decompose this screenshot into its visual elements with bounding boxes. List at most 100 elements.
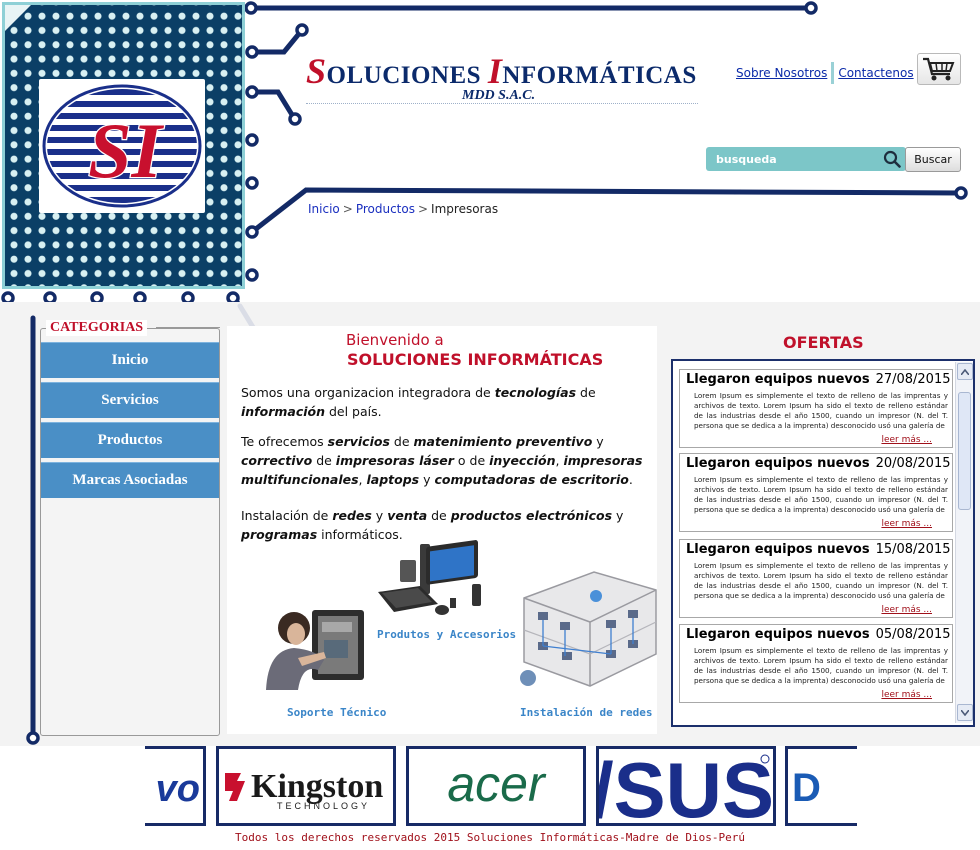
brand-logo-acer[interactable]: acer xyxy=(406,746,586,826)
offer-date: 05/08/2015 xyxy=(875,627,951,642)
svg-text:SI: SI xyxy=(88,107,164,194)
body-text: . xyxy=(628,472,633,487)
body-text: y xyxy=(612,508,624,523)
offer-text: Lorem Ipsum es simplemente el texto de r… xyxy=(694,475,948,514)
breadcrumb-home[interactable]: Inicio xyxy=(308,202,340,216)
body-text: y xyxy=(419,472,435,487)
offer-heading: Llegaron equipos nuevos xyxy=(686,372,870,387)
offer-card: Llegaron equipos nuevos 05/08/2015 Lorem … xyxy=(679,624,953,703)
service-label-support[interactable]: Soporte Técnico xyxy=(287,706,386,719)
footer-copyright: Todos los derechos reservados 2015 Soluc… xyxy=(235,831,745,844)
search-button[interactable]: Buscar xyxy=(905,147,961,172)
emphasis-text: correctivo xyxy=(241,453,313,468)
brand-logo-lenovo[interactable]: vo xyxy=(145,746,206,826)
emphasis-text: venta xyxy=(387,508,428,523)
emphasis-text: laptops xyxy=(366,472,420,487)
offer-title: Llegaron equipos nuevos 15/08/2015 xyxy=(686,542,951,557)
read-more-link[interactable]: leer más ... xyxy=(881,605,932,615)
offer-date: 20/08/2015 xyxy=(875,456,951,471)
read-more-link[interactable]: leer más ... xyxy=(881,435,932,445)
body-text: Instalación de xyxy=(241,508,333,523)
sidebar-heading: CATEGORIAS xyxy=(46,320,148,336)
body-text: del país. xyxy=(325,404,382,419)
si-logo-icon: SI xyxy=(42,84,202,208)
svg-text:/SUS: /SUS xyxy=(599,749,773,823)
computer-products-icon[interactable] xyxy=(376,540,498,622)
read-more-link[interactable]: leer más ... xyxy=(881,519,932,529)
contact-link[interactable]: Contactenos xyxy=(838,66,913,80)
offer-text: Lorem Ipsum es simplemente el texto de r… xyxy=(694,561,948,600)
body-text: y xyxy=(371,508,388,523)
offer-date: 15/08/2015 xyxy=(875,542,951,557)
brand-logo-dell[interactable]: D xyxy=(785,746,857,826)
body-text: de xyxy=(389,434,414,449)
chevron-down-icon xyxy=(961,709,969,716)
emphasis-text: inyección xyxy=(489,453,556,468)
body-text: o de xyxy=(453,453,490,468)
search-input[interactable] xyxy=(706,147,876,171)
svg-text:Kingston: Kingston xyxy=(251,768,383,805)
read-more-link[interactable]: leer más ... xyxy=(881,690,932,700)
sidebar-item-inicio[interactable]: Inicio xyxy=(41,342,219,378)
brand-subtitle: MDD S.A.C. xyxy=(462,88,536,103)
offer-date: 27/08/2015 xyxy=(875,372,951,387)
svg-text:vo: vo xyxy=(156,768,200,810)
breadcrumb-products[interactable]: Productos xyxy=(356,202,415,216)
chevron-up-icon xyxy=(961,368,969,375)
intro-paragraph-1: Somos una organizacion integradora de te… xyxy=(241,383,653,421)
scroll-up-button[interactable] xyxy=(957,363,973,380)
emphasis-text: información xyxy=(241,404,326,419)
brand-divider xyxy=(306,103,698,104)
emphasis-text: computadoras de escritorio xyxy=(434,472,629,487)
body-text: de xyxy=(312,453,336,468)
chip-corner xyxy=(5,5,31,31)
emphasis-text: matenimiento preventivo xyxy=(413,434,593,449)
network-building-icon[interactable] xyxy=(510,566,660,692)
offer-title: Llegaron equipos nuevos 20/08/2015 xyxy=(686,456,951,471)
emphasis-text: servicios xyxy=(327,434,390,449)
welcome-title: SOLUCIONES INFORMÁTICAS xyxy=(347,350,604,369)
acer-logo: acer xyxy=(447,756,547,812)
offer-heading: Llegaron equipos nuevos xyxy=(686,627,870,642)
intro-paragraph-2: Te ofrecemos servicios de matenimiento p… xyxy=(241,432,653,489)
sidebar-item-productos[interactable]: Productos xyxy=(41,422,219,458)
logo-chip[interactable]: SI xyxy=(2,2,245,289)
body-text: Somos una organizacion integradora de xyxy=(241,385,495,400)
brand-logo-asus[interactable]: /SUS xyxy=(592,746,776,826)
kingston-logo: Kingston TECHNOLOGY xyxy=(225,768,383,811)
scroll-thumb[interactable] xyxy=(958,392,971,510)
search-icon[interactable] xyxy=(883,150,901,168)
offer-text: Lorem Ipsum es simplemente el texto de r… xyxy=(694,391,948,430)
offer-heading: Llegaron equipos nuevos xyxy=(686,456,870,471)
emphasis-text: productos electrónicos xyxy=(450,508,613,523)
sidebar-item-marcas[interactable]: Marcas Asociadas xyxy=(41,462,219,498)
brand-logo-kingston[interactable]: Kingston TECHNOLOGY xyxy=(216,746,396,826)
body-text: de xyxy=(427,508,451,523)
sidebar-item-servicios[interactable]: Servicios xyxy=(41,382,219,418)
offer-card: Llegaron equipos nuevos 27/08/2015 Lorem … xyxy=(679,369,953,448)
about-link[interactable]: Sobre Nosotros xyxy=(736,66,827,80)
scroll-down-button[interactable] xyxy=(957,704,973,721)
breadcrumb-current: Impresoras xyxy=(431,202,499,216)
offers-scrollbar[interactable] xyxy=(955,362,973,723)
site-logo: SI xyxy=(39,79,205,213)
shopping-cart-icon xyxy=(923,57,955,81)
body-text: de xyxy=(576,385,596,400)
svg-text:acer: acer xyxy=(447,756,547,812)
brand-cap-s: S xyxy=(306,51,327,91)
offer-title: Llegaron equipos nuevos 05/08/2015 xyxy=(686,627,951,642)
emphasis-text: impresoras láser xyxy=(335,453,454,468)
brand-word-1: OLUCIONES xyxy=(326,62,488,89)
top-nav: Sobre Nosotros Contactenos xyxy=(736,62,925,84)
sidebar-rule xyxy=(156,327,220,328)
brand-carousel[interactable]: vo Kingston TECHNOLOGY acer /SUS D xyxy=(145,746,857,826)
nav-separator xyxy=(831,62,835,84)
cart-button[interactable] xyxy=(917,53,961,85)
brand-cap-i: I xyxy=(487,51,503,91)
offer-card: Llegaron equipos nuevos 20/08/2015 Lorem … xyxy=(679,453,953,532)
technician-icon[interactable] xyxy=(258,600,376,692)
brand-title: SOLUCIONES INFORMÁTICAS xyxy=(306,50,698,92)
service-label-networks[interactable]: Instalación de redes xyxy=(520,706,652,719)
breadcrumb-separator: > xyxy=(342,202,353,216)
service-label-products[interactable]: Produtos y Accesorios xyxy=(377,628,516,641)
